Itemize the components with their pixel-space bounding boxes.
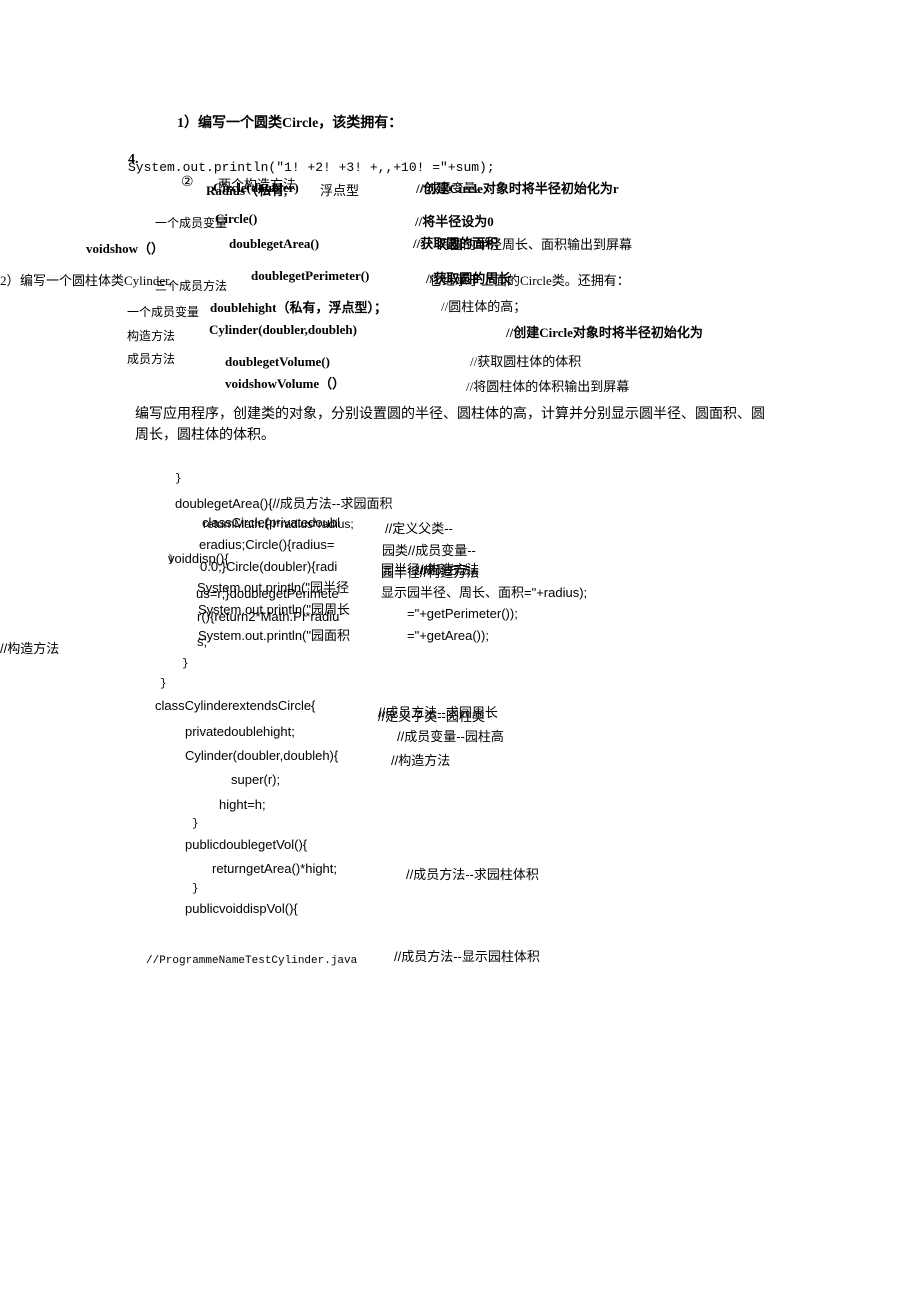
construct-method-label: 构造方法 (127, 327, 175, 344)
brace-2: } (182, 658, 189, 670)
s-semicolon: s; (197, 634, 207, 649)
super-r: super(r); (231, 772, 280, 787)
set-zero-cmt: //将半径设为0 (415, 211, 494, 230)
member-method-overlay: //成员方法-- (416, 561, 479, 578)
pub-get-vol: publicdoublegetVol(){ (185, 837, 307, 852)
cylinder-height-cmt: //圆柱体的高； (441, 296, 526, 315)
double-get-volume: doublegetVolume() (225, 354, 330, 370)
member-var-hight-cmt: //成员变量--园柱高 (397, 726, 504, 745)
eq-perim: ="+getPerimeter()); (407, 606, 518, 621)
inherit-circle: 它继承于上面的Circle类。还拥有： (429, 270, 630, 289)
brace-5: } (192, 883, 199, 895)
heading-q1: 1）编写一个圆类Circle，该类拥有： (177, 112, 402, 132)
cylinder-ctor: Cylinder(doubler,doubleh) (209, 322, 357, 338)
zero-circle: 0.0;}Circle(doubler){radi (200, 559, 337, 574)
member-vol-cmt: //成员方法--求园柱体积 (406, 864, 539, 883)
def-parent-cmt: //定义父类-- (385, 518, 453, 537)
circled-2: ② (181, 174, 194, 191)
brace-4: } (192, 818, 199, 830)
write-cylinder: 编写一个圆柱体类Cylinder, (20, 270, 172, 289)
circle-ctor: Circle() (215, 211, 257, 227)
eq-area: ="+getArea()); (407, 628, 489, 643)
hight-h: hight=h; (219, 797, 266, 812)
eradius-circle: eradius;Circle(){radius= (199, 537, 334, 552)
brace-3: } (160, 678, 167, 690)
code-sysout-sum: System.out.println("1! +2! +3! +,,+10! =… (128, 160, 495, 175)
three-member-method: 三个成员方法 (155, 277, 227, 294)
r-ret: r(){return2*Math.PI*radiu (197, 609, 339, 624)
void-show-volume: voidshowVolume（） (225, 373, 345, 392)
class-cylinder: classCylinderextendsCircle{ (155, 698, 315, 713)
disp-radius-cmt: 显示园半径、周长、面积="+radius); (381, 582, 587, 601)
cylinder-ctor-2: Cylinder(doubler,doubleh){ (185, 748, 338, 763)
double-get-area: doublegetArea() (229, 236, 319, 252)
get-area-def: doublegetArea(){//成员方法--求园面积 (175, 493, 392, 512)
program-comment: //ProgrammeNameTestCylinder.java (146, 955, 357, 967)
create-circle-obj-cmt: //创建Circle对象时将半径初始化为 (506, 322, 703, 341)
one-member-var-2: 一个成员变量 (127, 303, 199, 320)
construct-cmt-2: //构造方法 (391, 750, 450, 769)
pub-disp-vol: publicvoiddispVol(){ (185, 901, 298, 916)
private-hight: privatedoublehight; (185, 724, 295, 739)
paragraph: 编写应用程序，创建类的对象，分别设置圆的半径、圆柱体的高，计算并分别显示圆半径、… (135, 404, 775, 446)
brace-1: } (175, 473, 182, 485)
construct-cmt: //构造方法 (0, 638, 59, 657)
float-type: 浮点型 (320, 180, 359, 199)
ret-get-area: returngetArea()*hight; (212, 861, 337, 876)
ret-math: returnMath.PI*radius*radius; (203, 517, 354, 531)
output-circle-cmt: 将圆的半径周长、面积输出到屏幕 (437, 234, 632, 253)
get-cylinder-vol-cmt: //获取圆柱体的体积 (470, 351, 581, 370)
disp-vol-cmt: //成员方法--显示园柱体积 (394, 946, 540, 965)
double-get-perimeter: doublegetPerimeter() (251, 268, 369, 284)
def-child-cmt: //定义子类--园柱类 (378, 706, 485, 725)
double-hight: doublehight（私有，浮点型）； (210, 297, 387, 316)
void-show: voidshow（） (86, 238, 164, 257)
circle-double-r: Circle(doubler) (213, 180, 299, 196)
sys-out-area: System.out.println("园面积 (198, 625, 350, 644)
member-method-label: 成员方法 (127, 350, 175, 367)
circle-class-var-cmt: 园类//成员变量-- (382, 540, 476, 559)
radius-val-cmt: //成员变量。 (421, 179, 488, 196)
q2-label: 2） (0, 270, 20, 289)
output-vol-cmt: //将圆柱体的体积输出到屏幕 (466, 376, 629, 395)
